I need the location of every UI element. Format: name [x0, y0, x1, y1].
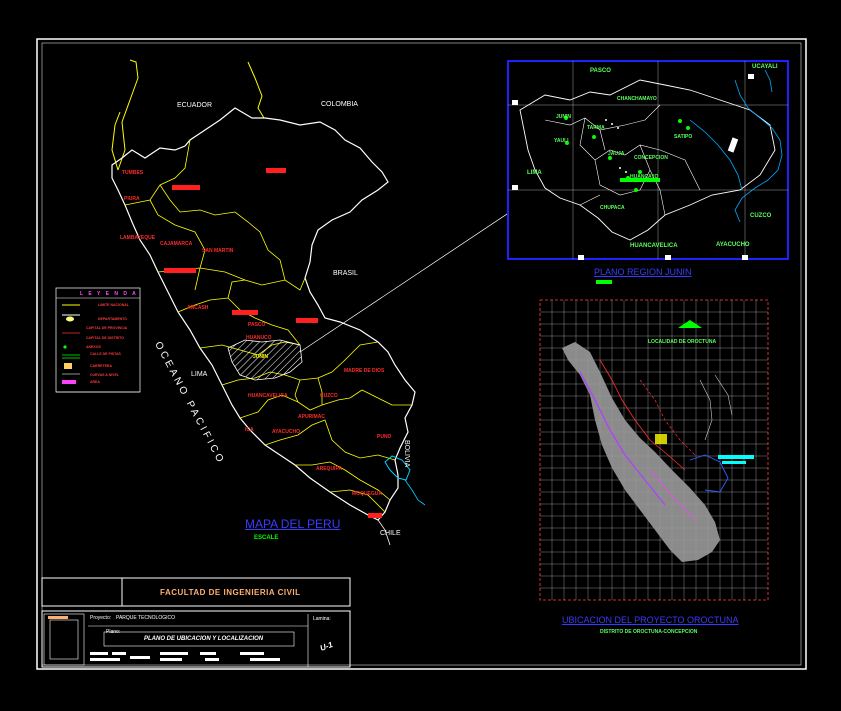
- ecuador-coast: [111, 111, 121, 171]
- dept-label-tumbes: TUMBES: [122, 170, 144, 176]
- junin-province-label: SATIPO: [674, 134, 693, 140]
- dept-label-cajamarca: CAJAMARCA: [160, 241, 193, 247]
- oroctuna-place-label: LOCALIDAD DE OROCTUNA: [648, 339, 717, 345]
- peru-map-title: MAPA DEL PERU: [245, 517, 341, 531]
- junin-province-label: HUANCAYO: [630, 174, 659, 180]
- dept-label-lambayeque: LAMBAYEQUE: [120, 235, 156, 241]
- project-label: Proyecto:: [90, 615, 112, 621]
- junin-hatched-region: [227, 339, 303, 381]
- dept-label-ayacucho: AYACUCHO: [272, 429, 300, 435]
- dept-label-pasco: PASCO: [248, 322, 266, 328]
- junin-province-label: CHANCHAMAYO: [617, 96, 657, 102]
- dept-label-huancavelica: HUANCAVELICA: [248, 393, 288, 399]
- junin-neighbor-cuzco: CUZCO: [750, 213, 772, 219]
- legend-item: LIMITE NACIONAL: [98, 303, 129, 307]
- project-location-title: UBICACION DEL PROYECTO OROCTUNA: [562, 615, 739, 625]
- faculty-title: FACULTAD DE INGENIERIA CIVIL: [160, 588, 301, 597]
- contour: [714, 374, 733, 416]
- legend-symbol: [64, 363, 72, 369]
- capital-marker: [172, 185, 200, 190]
- dept-label-madre-de-dios: MADRE DE DIOS: [344, 368, 385, 374]
- junin-province-label: JUNIN: [556, 114, 572, 120]
- river: [689, 454, 729, 493]
- peru-map-scale: ESCALE: [254, 535, 279, 541]
- legend-item: CAPITAL DE DISTRITO: [86, 336, 124, 340]
- legend-item: CALLE DE PISTAS: [90, 352, 121, 356]
- dept-label-puno: PUNO: [377, 434, 392, 440]
- junin-scale-bar: [596, 280, 612, 284]
- peru-map: [111, 59, 511, 546]
- plan-label: Plano:: [106, 629, 121, 635]
- junin-neighbor-ucayali: UCAYALI: [752, 64, 778, 70]
- legend-title: L E Y E N D A: [80, 291, 138, 297]
- legend-symbol: [62, 380, 76, 384]
- legend-item: DEPARTAMENTO: [98, 317, 127, 321]
- dept-label-cuzco: CUZCO: [320, 393, 338, 399]
- junin-province-label: TARMA: [587, 125, 605, 131]
- junin-province-label: CONCEPCION: [634, 155, 668, 161]
- junin-province-label: CHUPACA: [600, 205, 625, 211]
- junin-plan-title: PLANO REGION JUNIN: [594, 267, 692, 277]
- junin-label: JUNIN: [253, 354, 269, 360]
- junin-callout-line: [299, 211, 511, 353]
- legend-symbol: [63, 345, 67, 349]
- dept-label-piura: PIURA: [124, 196, 140, 202]
- junin-province-label: YAULI: [554, 138, 569, 144]
- junin-neighbor-lima: LIMA: [527, 170, 542, 176]
- terrain-area: [562, 342, 720, 562]
- bolivia-label: BOLIVIA: [403, 440, 410, 468]
- dept-label-arequipa: AREQUIPA: [316, 466, 343, 472]
- legend-item: CARRETERA: [90, 364, 112, 368]
- project-name: PARQUE TECNOLOGICO: [116, 615, 175, 621]
- chile-label: CHILE: [380, 530, 401, 537]
- bolivia-river: [404, 479, 426, 506]
- capital-marker: [266, 168, 286, 173]
- peru-outline: [111, 107, 416, 521]
- project-location-subtitle: DISTRITO DE OROCTUNA-CONCEPCION: [600, 629, 698, 635]
- colombia-label: COLOMBIA: [321, 101, 358, 108]
- dept-label-ancash: ANCASH: [187, 305, 209, 311]
- junin-neighbor-pasco: PASCO: [590, 68, 611, 74]
- junin-plan: [507, 60, 789, 284]
- legend-item: AREA: [90, 380, 100, 384]
- capital-marker: [296, 318, 318, 323]
- contour: [639, 379, 696, 456]
- junin-neighbor-huancavelica: HUANCAVELICA: [630, 243, 678, 249]
- site-label-box: [722, 461, 746, 464]
- sheet-label: Lamina:: [313, 616, 331, 622]
- project-site: [655, 434, 667, 444]
- capital-marker: [164, 268, 196, 273]
- oroctuna-location: [539, 299, 769, 601]
- legend-symbol: [66, 316, 74, 322]
- contour: [699, 379, 713, 441]
- colombia-boundary-yellow: [247, 61, 265, 119]
- dept-label-ica: ICA: [245, 427, 254, 433]
- plan-name: PLANO DE UBICACION Y LOCALIZACION: [144, 636, 264, 642]
- lima-label: LIMA: [191, 371, 208, 378]
- legend-item: ANEXOS: [86, 345, 101, 349]
- dept-label-san-martin: SAN MARTIN: [202, 248, 234, 254]
- legend-item: CURVAS A NIVEL: [90, 373, 119, 377]
- site-label-box: [718, 455, 754, 459]
- dept-label-huanuco: HUANUCO: [246, 335, 272, 341]
- capital-marker: [232, 310, 258, 315]
- brasil-label: BRASIL: [333, 270, 358, 277]
- legend-item: CAPITAL DE PROVINCIA: [86, 326, 128, 330]
- dept-label-apurimac: APURIMAC: [298, 414, 325, 420]
- ecuador-label: ECUADOR: [177, 102, 213, 109]
- capital-marker: [368, 513, 382, 518]
- junin-province-label: JAUJA: [608, 151, 625, 157]
- dept-label-moquegua: MOQUEGUA: [352, 491, 382, 497]
- drawing-sheet: [36, 38, 807, 670]
- junin-neighbor-ayacucho: AYACUCHO: [716, 242, 750, 248]
